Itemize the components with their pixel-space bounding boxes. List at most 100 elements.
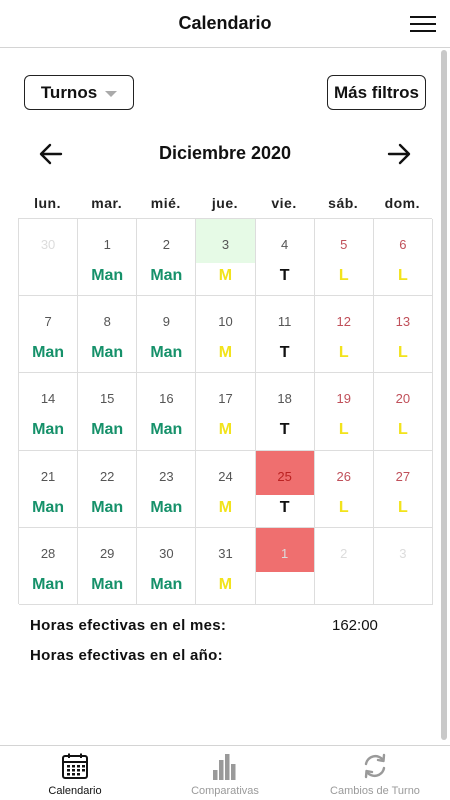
turnos-dropdown[interactable]: Turnos: [24, 75, 134, 110]
calendar-icon: [62, 753, 88, 779]
calendar-day-cell[interactable]: 28 Man: [19, 527, 79, 605]
scrollbar[interactable]: [441, 50, 447, 740]
calendar-day-cell[interactable]: 22 Man: [78, 450, 138, 528]
day-number: 27: [395, 468, 411, 484]
calendar-day-cell[interactable]: 23 Man: [137, 450, 197, 528]
shift-code: T: [279, 267, 290, 284]
shift-code: Man: [91, 498, 124, 516]
calendar-day-cell[interactable]: 2 Man: [137, 219, 197, 297]
day-number: 1: [255, 527, 314, 572]
calendar-day-cell[interactable]: 16 Man: [137, 373, 197, 451]
shift-code: Man: [91, 267, 124, 284]
shift-code: L: [398, 498, 408, 516]
shift-code: L: [398, 267, 408, 284]
calendar-day-cell[interactable]: 6L: [373, 219, 433, 297]
shift-code: M: [218, 344, 233, 362]
shift-code: T: [279, 498, 290, 516]
calendar-day-cell[interactable]: 2: [314, 527, 374, 605]
calendar-day-cell[interactable]: 3: [373, 527, 433, 605]
day-number: 4: [280, 237, 289, 252]
day-number: 5: [340, 237, 348, 252]
day-number: 25: [255, 450, 314, 495]
calendar-day-cell[interactable]: 8 Man: [78, 296, 138, 374]
day-number: 22: [99, 468, 115, 484]
caret-down-icon: [105, 90, 118, 97]
shift-code: Man: [150, 575, 183, 593]
shift-code: M: [218, 267, 233, 284]
calendar-day-cell[interactable]: 24 M: [196, 450, 256, 528]
calendar-day-cell[interactable]: 30 Man: [137, 527, 197, 605]
shift-code: Man: [150, 421, 183, 439]
calendar-day-cell[interactable]: 11 T: [255, 296, 315, 374]
calendar-day-cell[interactable]: 31 M: [196, 527, 256, 605]
calendar-day-cell[interactable]: 5L: [314, 219, 374, 297]
menu-icon[interactable]: [410, 15, 436, 33]
calendar-day-cell[interactable]: 30: [19, 219, 79, 297]
calendar-day-cell[interactable]: 19 L: [314, 373, 374, 451]
shift-code: L: [338, 344, 349, 362]
day-number: 15: [99, 391, 115, 407]
calendar-day-cell[interactable]: 13 L: [373, 296, 433, 374]
shift-code: L: [338, 267, 349, 284]
calendar-day-cell[interactable]: 21 Man: [19, 450, 79, 528]
calendar-day-cell[interactable]: 29 Man: [78, 527, 138, 605]
day-number: 26: [336, 468, 351, 484]
shift-code: T: [279, 344, 290, 362]
day-number: 7: [44, 314, 52, 330]
day-number: 17: [218, 391, 233, 407]
weekday-label: lun.: [34, 195, 61, 211]
day-number: 30: [40, 237, 56, 252]
calendar-day-cell[interactable]: 10 M: [196, 296, 256, 374]
calendar-day-cell[interactable]: 1: [255, 527, 315, 605]
month-navigation: Diciembre 2020: [18, 135, 432, 173]
month-label: Diciembre 2020: [158, 143, 292, 163]
calendar-day-cell[interactable]: 3M: [196, 219, 256, 297]
calendar-day-cell[interactable]: 17 M: [196, 373, 256, 451]
day-number: 1: [103, 237, 111, 252]
arrow-right-icon[interactable]: [386, 141, 412, 167]
calendar-day-cell[interactable]: 18 T: [255, 373, 315, 451]
month-hours-value: 162:00: [332, 617, 378, 634]
tab-label: Comparativas: [191, 785, 259, 797]
calendar-day-cell[interactable]: 1 Man: [78, 219, 138, 297]
calendar-day-cell[interactable]: 12 L: [314, 296, 374, 374]
calendar-day-cell[interactable]: 15 Man: [78, 373, 138, 451]
day-number: 2: [162, 237, 170, 252]
tab-comparativas[interactable]: Comparativas: [150, 746, 300, 800]
calendar-day-cell[interactable]: 9 Man: [137, 296, 197, 374]
shift-code: Man: [91, 344, 124, 362]
calendar-day-cell[interactable]: 25 T: [255, 450, 315, 528]
month-hours-label: Horas efectivas en el mes:: [30, 617, 227, 634]
page-title: Calendario: [178, 13, 272, 33]
shift-code: Man: [32, 344, 65, 362]
shift-code: L: [398, 421, 408, 439]
day-number: 19: [336, 391, 351, 407]
weekday-label: vie.: [271, 195, 297, 211]
shift-code: Man: [150, 498, 183, 516]
more-filters-button[interactable]: Más filtros: [327, 75, 426, 110]
calendar-day-cell[interactable]: 20 L: [373, 373, 433, 451]
shift-code: Man: [32, 498, 65, 516]
shift-code: M: [218, 575, 233, 593]
year-hours-label: Horas efectivas en el año:: [30, 647, 223, 664]
day-number: 2: [340, 545, 348, 561]
calendar-day-cell[interactable]: 26 L: [314, 450, 374, 528]
calendar-day-cell[interactable]: 14 Man: [19, 373, 79, 451]
app-header: Calendario: [0, 0, 450, 48]
calendar-day-cell[interactable]: 27 L: [373, 450, 433, 528]
shift-code: Man: [91, 421, 124, 439]
calendar-day-cell[interactable]: 4T: [255, 219, 315, 297]
shift-code: Man: [32, 421, 65, 439]
bottom-tab-bar: Calendario Comparativas Cambios de Turno: [0, 745, 450, 800]
day-number: 10: [218, 314, 233, 330]
more-filters-label: Más filtros: [333, 82, 420, 102]
day-number: 12: [336, 314, 351, 330]
day-number: 16: [159, 391, 174, 407]
calendar-day-cell[interactable]: 7 Man: [19, 296, 79, 374]
shift-code: Man: [91, 575, 124, 593]
tab-calendario[interactable]: Calendario: [0, 746, 150, 800]
day-number: 30: [159, 545, 174, 561]
tab-cambios-de-turno[interactable]: Cambios de Turno: [300, 746, 450, 800]
day-number: 18: [277, 391, 292, 407]
weekday-label: mar.: [91, 195, 123, 211]
